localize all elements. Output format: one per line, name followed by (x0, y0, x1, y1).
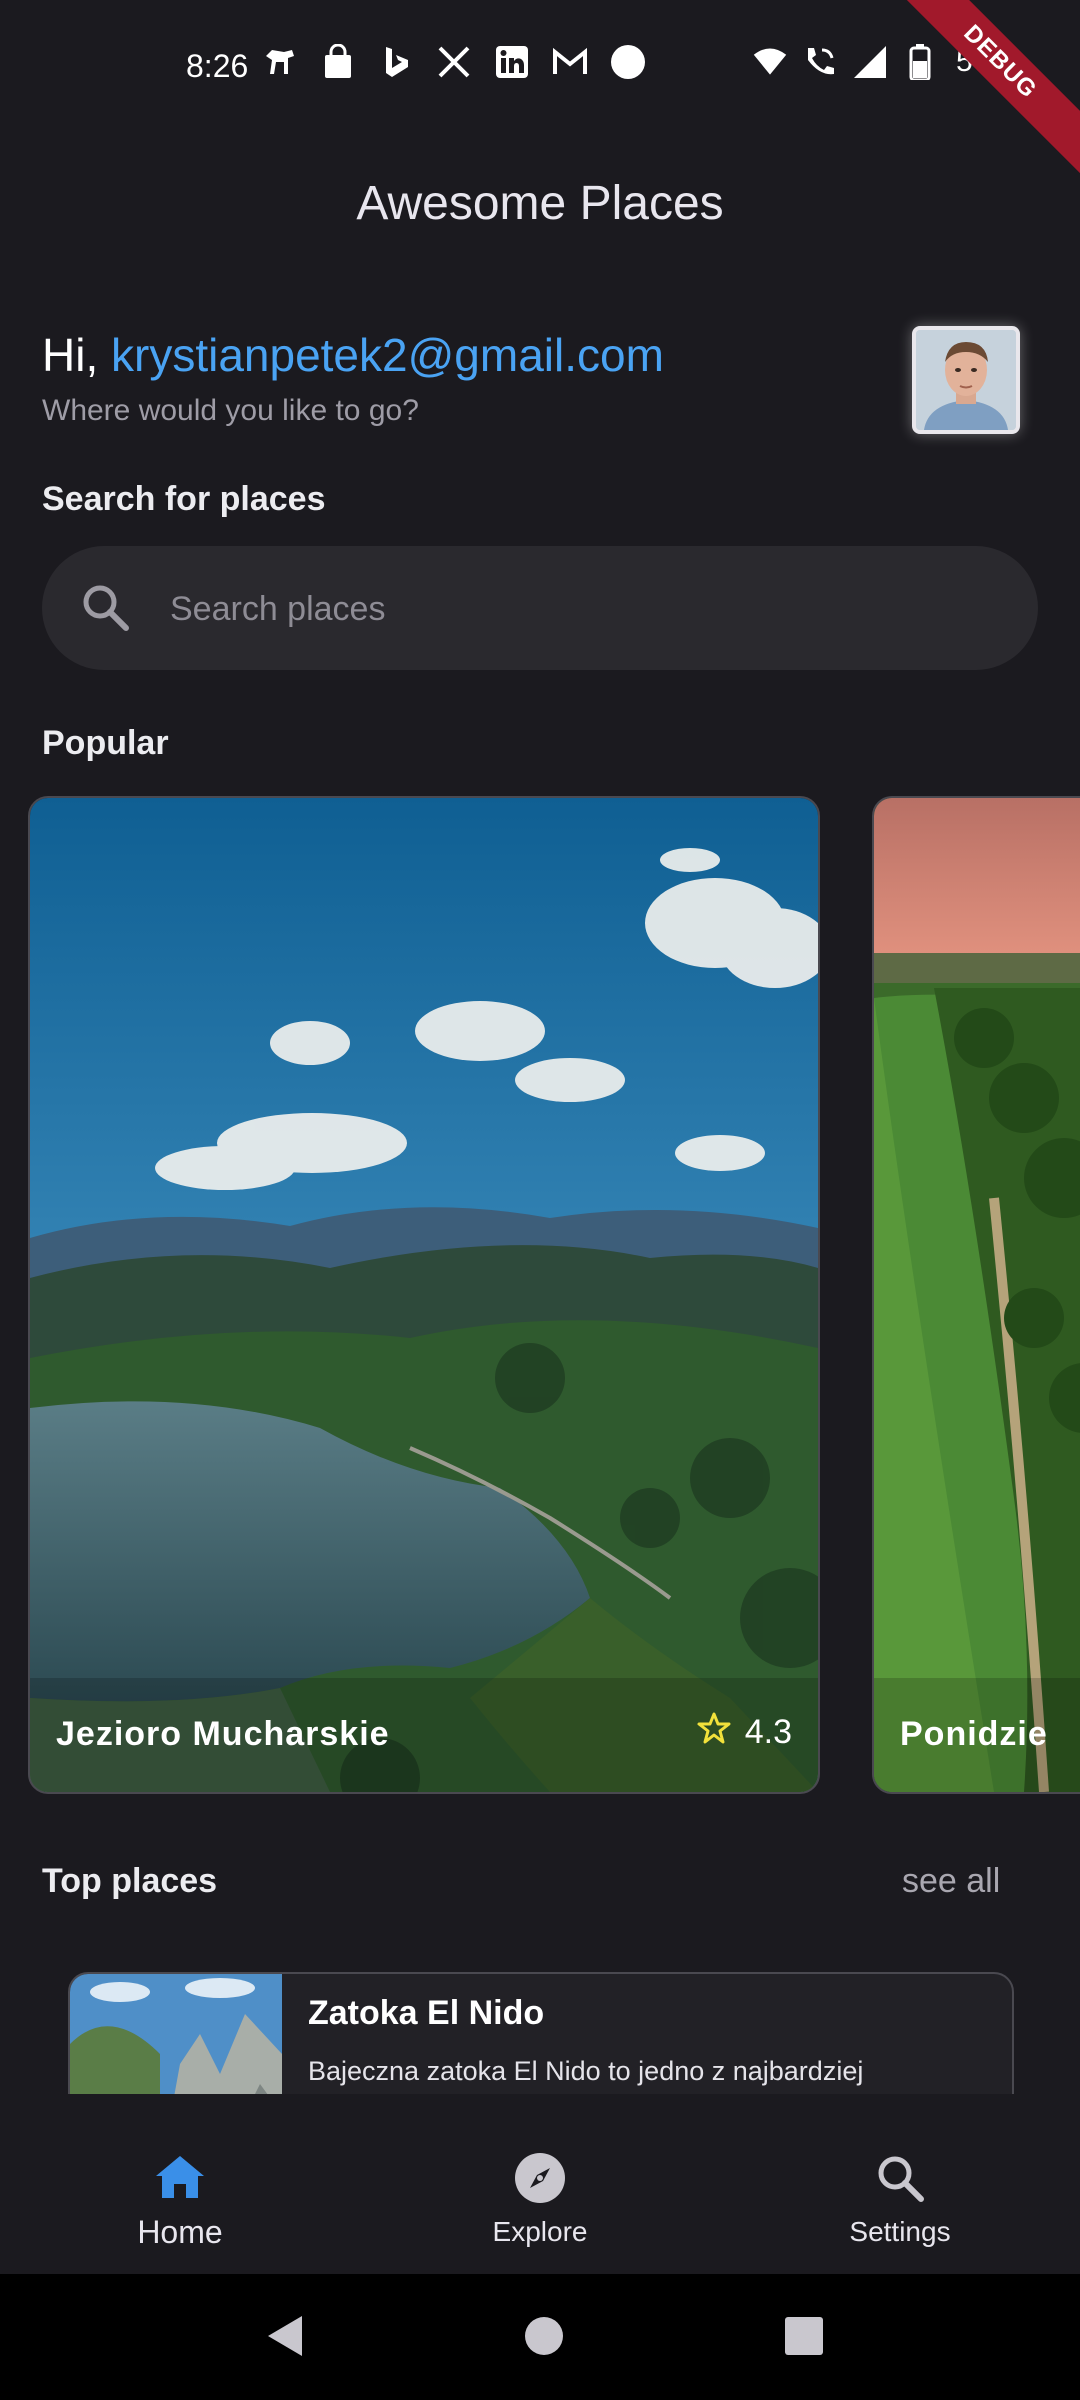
card-title: Jezioro Mucharskie (56, 1715, 390, 1753)
linkedin-icon (494, 44, 530, 80)
home-icon (152, 2150, 208, 2206)
nav-item-explore[interactable]: Explore (360, 2094, 720, 2274)
status-time: 8:26 (186, 48, 249, 84)
search-section-title: Search for places (42, 480, 326, 518)
system-navigation-bar (0, 2274, 1080, 2400)
nav-label: Explore (492, 2216, 588, 2247)
popular-card[interactable]: Ponidzie (872, 796, 1080, 1794)
wifi-call-icon (802, 44, 838, 80)
nav-label: Settings (849, 2216, 951, 2247)
page-title: Awesome Places (356, 177, 724, 230)
popular-card[interactable]: Jezioro Mucharskie 4.3 (28, 796, 820, 1794)
search-icon (872, 2150, 928, 2206)
place-description: Bajeczna zatoka El Nido to jedno z najba… (308, 2056, 864, 2086)
nav-item-settings[interactable]: Settings (720, 2094, 1080, 2274)
bing-icon (378, 44, 414, 80)
gmail-icon (552, 44, 588, 80)
card-title: Ponidzie (900, 1715, 1048, 1753)
rating-value: 4.3 (744, 1713, 792, 1751)
bottom-navigation: Home Explore Settings (0, 2094, 1080, 2274)
pet-icon (262, 44, 298, 80)
home-button-icon[interactable] (524, 2314, 564, 2363)
back-icon[interactable] (266, 2314, 306, 2363)
avatar[interactable] (912, 326, 1020, 434)
compass-icon (512, 2150, 568, 2206)
shopping-bag-icon (320, 44, 356, 80)
card-rating: 4.3 (697, 1711, 792, 1754)
signal-icon (852, 44, 888, 80)
search-bar[interactable] (42, 546, 1038, 670)
greeting-text: Hi, krystianpetek2@gmail.com (42, 328, 664, 382)
wifi-icon (752, 44, 788, 80)
x-icon (436, 44, 472, 80)
search-input[interactable] (168, 576, 1012, 642)
user-email: krystianpetek2@gmail.com (111, 329, 664, 381)
place-title: Zatoka El Nido (308, 1994, 545, 2032)
nav-label: Home (137, 2214, 223, 2250)
popular-section-title: Popular (42, 724, 169, 762)
status-bar: 8:26 (0, 0, 1080, 136)
card-image (30, 798, 818, 1792)
greeting-subtitle: Where would you like to go? (42, 394, 419, 427)
see-all-link[interactable]: see all (902, 1862, 1000, 1901)
top-places-section-title: Top places (42, 1862, 218, 1900)
greeting-hi: Hi, (42, 329, 111, 381)
search-icon (78, 580, 134, 641)
notification-icons (262, 44, 646, 80)
nav-item-home[interactable]: Home (0, 2094, 360, 2274)
card-image (874, 798, 1080, 1792)
star-icon (697, 1711, 731, 1754)
circle-icon (610, 44, 646, 80)
recents-icon[interactable] (784, 2314, 824, 2363)
battery-icon (902, 44, 938, 80)
